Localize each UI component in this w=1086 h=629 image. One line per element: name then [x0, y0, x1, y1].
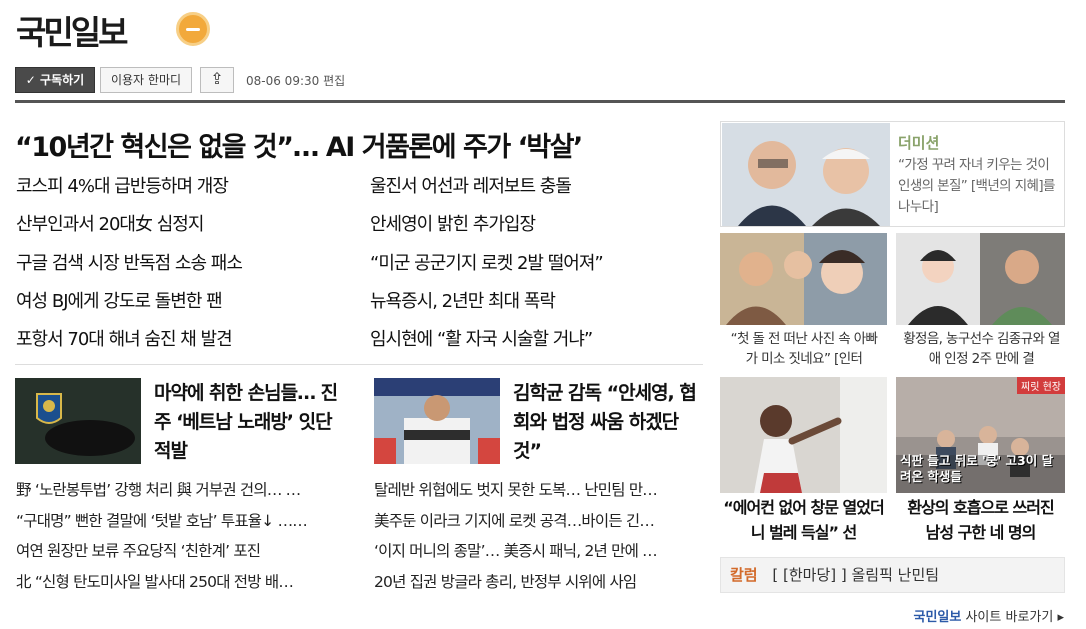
news-item[interactable]: 안세영이 밝힌 추가입장	[370, 210, 536, 236]
arrow-right-icon: ▸	[1057, 610, 1064, 625]
news-item[interactable]: 임시현에 “활 자국 시술할 거냐”	[370, 325, 593, 351]
news-item[interactable]: 뉴욕증시, 2년만 최대 폭락	[370, 287, 556, 313]
window-photo	[720, 377, 887, 493]
list-item[interactable]: 20년 집권 방글라 총리, 반정부 시위에 사임	[374, 570, 704, 592]
list-item[interactable]: ‘이지 머니의 종말’… 美증시 패닉, 2년 만에 …	[374, 539, 704, 561]
share-button[interactable]: ⇪	[200, 67, 234, 93]
user-opinion-button[interactable]: 이용자 한마디	[100, 67, 192, 93]
column-link[interactable]: [ [한마당] ] 올림픽 난민팀	[772, 566, 939, 584]
list-item[interactable]: 野 ‘노란봉투법’ 강행 처리 與 거부권 건의… …	[16, 478, 346, 500]
footer-logo-text: 국민일보	[913, 610, 962, 625]
coach-press-photo	[374, 378, 500, 464]
list-item[interactable]: 탈레반 위협에도 벗지 못한 도복… 난민팀 만…	[374, 478, 704, 500]
logo-emblem-icon	[176, 12, 210, 46]
edited-time: 08-06 09:30 편집	[246, 74, 346, 88]
photo-overlay-text: 식판 들고 뒤로 '쿵' 고3이 달려온 학생들	[900, 453, 1054, 484]
family-photo	[720, 233, 887, 325]
photo-caption[interactable]: 황정음, 농구선수 김종규와 열애 인정 2주 만에 결	[900, 329, 1063, 369]
site-shortcut-link[interactable]: 국민일보 사이트 바로가기 ▸	[913, 606, 1064, 625]
column-bar[interactable]: 칼럼 [ [한마당] ] 올림픽 난민팀	[720, 557, 1065, 593]
section-divider	[15, 364, 703, 365]
elderly-men-photo	[722, 123, 890, 226]
news-item[interactable]: 여성 BJ에게 강도로 돌변한 팬	[16, 287, 223, 313]
footer-link-text: 사이트 바로가기	[965, 610, 1054, 625]
column-label: 칼럼	[730, 566, 758, 584]
photo-card[interactable]	[720, 233, 887, 325]
news-item[interactable]: “미군 공군기지 로켓 2발 떨어져”	[370, 249, 604, 275]
site-logo[interactable]: 국민일보	[16, 6, 128, 54]
feature-title[interactable]: 김학균 감독 “안세영, 협회와 법정 싸움 하겠단 것”	[513, 379, 703, 466]
photo-card[interactable]	[720, 377, 887, 493]
dimision-text[interactable]: “가정 꾸려 자녀 키우는 것이 인생의 본질” [백년의 지혜]를 나누다]	[898, 155, 1058, 221]
feature-thumbnail[interactable]	[15, 378, 141, 464]
top-headline[interactable]: “10년간 혁신은 없을 것”… AI 거품론에 주가 ‘박살’	[15, 125, 583, 164]
dimision-label: 더미션	[898, 134, 940, 152]
header-divider	[15, 100, 1065, 103]
news-item[interactable]: 울진서 어선과 레저보트 충돌	[370, 172, 572, 198]
list-item[interactable]: “구대명” 뻔한 결말에 ‘텃밭 호남’ 투표율↓ ……	[16, 509, 346, 531]
photo-caption[interactable]: “에어컨 없어 창문 열었더니 벌레 득실” 선	[722, 495, 885, 545]
photo-card[interactable]	[896, 233, 1065, 325]
feature-thumbnail[interactable]	[374, 378, 500, 464]
photo-caption[interactable]: 환상의 호흡으로 쓰러진 남성 구한 네 명의	[899, 495, 1062, 545]
news-item[interactable]: 코스피 4%대 급반등하며 개장	[16, 172, 229, 198]
share-icon: ⇪	[210, 69, 224, 88]
photo-card[interactable]: 찌릿 현장 식판 들고 뒤로 '쿵' 고3이 달려온 학생들	[896, 377, 1065, 493]
photo-caption[interactable]: “첫 돌 전 떠난 사진 속 아빠가 미소 짓네요” [인터	[725, 329, 883, 369]
celebrity-photo	[896, 233, 1065, 325]
tag-badge: 찌릿 현장	[1017, 377, 1065, 394]
list-item[interactable]: 美주둔 이라크 기지에 로켓 공격…바이든 긴…	[374, 509, 704, 531]
police-drugs-photo	[15, 378, 141, 464]
subscribe-button[interactable]: ✓ 구독하기	[15, 67, 95, 93]
list-item[interactable]: 여연 원장만 보류 주요당직 ‘친한계’ 포진	[16, 539, 346, 561]
feature-title[interactable]: 마약에 취한 손님들… 진주 ‘베트남 노래방’ 잇단 적발	[154, 379, 339, 466]
news-item[interactable]: 구글 검색 시장 반독점 소송 패소	[16, 249, 243, 275]
news-item[interactable]: 포항서 70대 해녀 숨진 채 발견	[16, 325, 233, 351]
dimision-card[interactable]: 더미션 “가정 꾸려 자녀 키우는 것이 인생의 본질” [백년의 지혜]를 나…	[720, 121, 1065, 227]
list-item[interactable]: 北 “신형 탄도미사일 발사대 250대 전방 배…	[16, 570, 346, 592]
news-item[interactable]: 산부인과서 20대女 심정지	[16, 210, 204, 236]
